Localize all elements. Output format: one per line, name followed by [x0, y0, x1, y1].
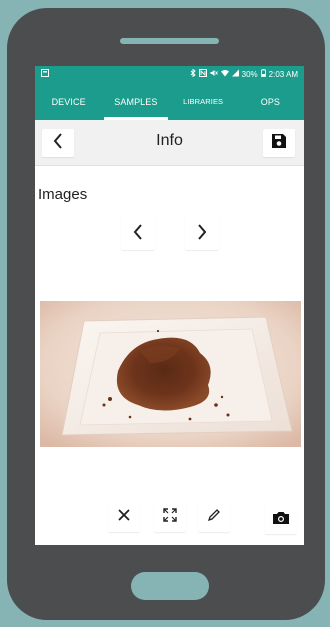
save-icon: [271, 133, 287, 154]
next-image-button[interactable]: [185, 218, 219, 250]
camera-button[interactable]: [265, 506, 297, 534]
battery-icon: [260, 69, 266, 79]
notification-icon: [41, 69, 49, 79]
edit-image-button[interactable]: [198, 502, 230, 532]
tab-label: SAMPLES: [114, 96, 158, 107]
tab-bar: DEVICE SAMPLES LIBRARIES OPS: [35, 83, 304, 120]
app-screen: 30% 2:03 AM DEVICE SAMPLES LIBRARIES OPS…: [35, 66, 304, 545]
mute-icon: [210, 69, 218, 79]
sample-image: [40, 301, 301, 447]
delete-image-button[interactable]: [108, 502, 140, 532]
save-button[interactable]: [263, 129, 295, 157]
signal-icon: [231, 69, 239, 79]
tab-label: OPS: [260, 96, 281, 107]
expand-icon: [163, 507, 177, 527]
tab-libraries[interactable]: LIBRARIES: [170, 83, 237, 120]
images-label: Images: [38, 186, 88, 203]
pencil-icon: [207, 508, 221, 527]
nfc-icon: [198, 69, 207, 79]
tab-device[interactable]: DEVICE: [35, 83, 102, 120]
home-button[interactable]: [131, 572, 209, 600]
tab-samples[interactable]: SAMPLES: [102, 83, 169, 120]
tab-label: LIBRARIES: [183, 97, 224, 106]
status-bar: 30% 2:03 AM: [35, 66, 304, 83]
tab-ops[interactable]: OPS: [237, 83, 304, 120]
battery-level: 30%: [241, 69, 258, 79]
fullscreen-button[interactable]: [154, 502, 186, 532]
phone-speaker: [120, 38, 219, 44]
chevron-left-icon: [132, 223, 144, 246]
camera-icon: [272, 511, 290, 530]
chevron-right-icon: [196, 223, 208, 246]
bluetooth-icon: [190, 68, 196, 79]
previous-image-button[interactable]: [121, 218, 155, 250]
status-icons: 30% 2:03 AM: [190, 68, 298, 79]
status-time: 2:03 AM: [268, 69, 298, 79]
wifi-icon: [220, 69, 229, 79]
close-icon: [118, 508, 130, 526]
tab-label: DEVICE: [51, 96, 86, 107]
